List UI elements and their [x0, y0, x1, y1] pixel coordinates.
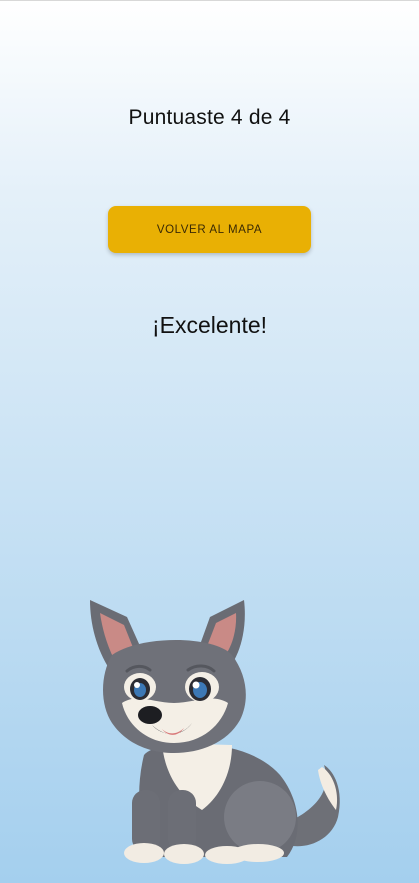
- back-to-map-button[interactable]: VOLVER AL MAPA: [108, 206, 311, 253]
- result-message: ¡Excelente!: [151, 312, 268, 338]
- top-divider: [0, 0, 419, 1]
- wolf-mascot-icon: [90, 600, 340, 864]
- score-text: Puntuaste 4 de 4: [128, 106, 291, 129]
